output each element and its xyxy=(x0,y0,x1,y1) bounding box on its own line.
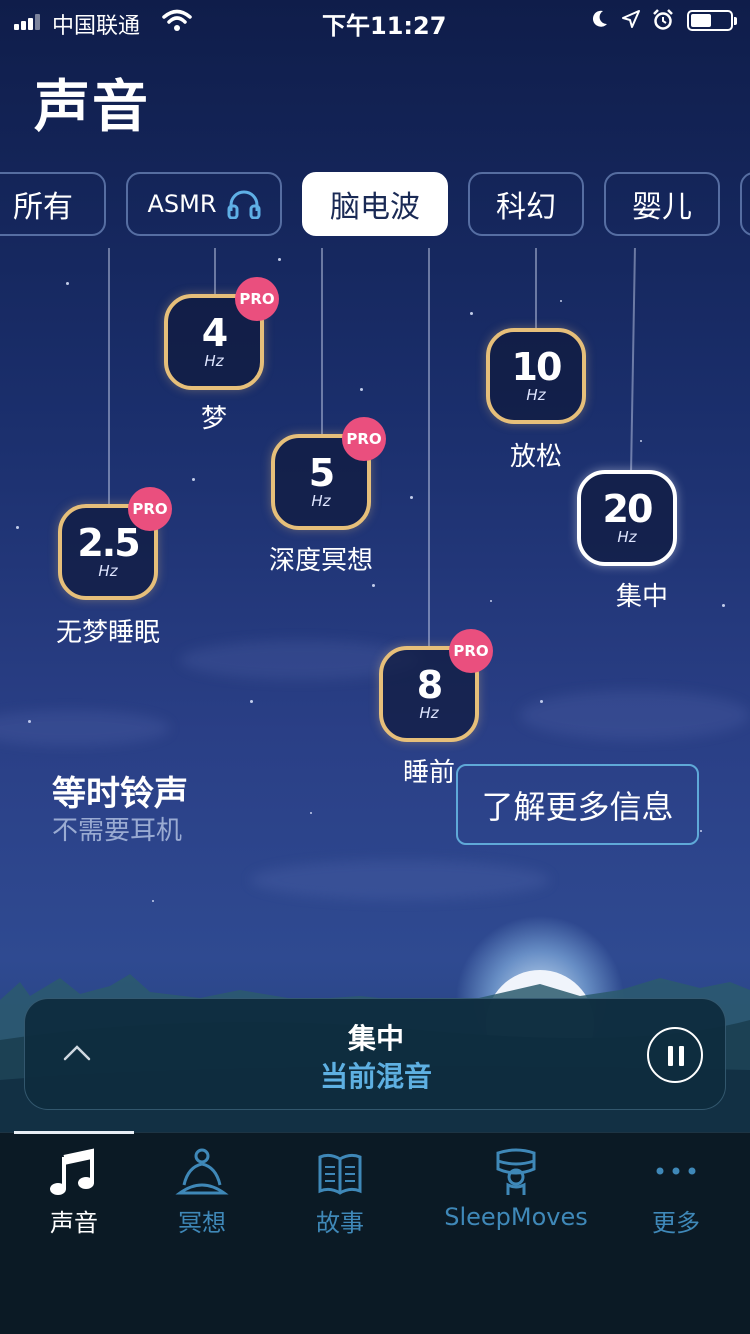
pause-icon xyxy=(668,1046,673,1066)
frequency-label: 梦 xyxy=(200,404,227,434)
frequency-unit: Hz xyxy=(419,704,439,722)
pause-button[interactable] xyxy=(647,1027,703,1083)
tab-label: 婴儿 xyxy=(632,190,692,225)
more-dots-icon xyxy=(656,1167,696,1175)
tab-stories[interactable]: 故事 xyxy=(312,1147,368,1238)
pro-badge: PRO xyxy=(128,487,172,531)
tab-sleepmoves[interactable]: SleepMoves xyxy=(444,1147,588,1231)
now-playing-title: 集中 xyxy=(347,1022,404,1055)
frequency-value: 5 xyxy=(308,451,335,495)
frequency-label: 集中 xyxy=(615,582,668,612)
music-note-icon xyxy=(50,1148,94,1195)
hanging-string xyxy=(108,248,110,506)
tab-brainwaves[interactable]: 脑电波 xyxy=(302,172,448,236)
frequency-label: 无梦睡眠 xyxy=(55,618,160,648)
tab-all[interactable]: 所有 xyxy=(0,172,106,236)
active-tab-indicator xyxy=(14,1131,134,1134)
sleepmoves-icon xyxy=(496,1148,536,1195)
tab-next-partial[interactable] xyxy=(740,172,750,236)
pause-icon xyxy=(679,1046,684,1066)
sounds-screen: 中国联通 下午11:27 声音 所有 ASMR 脑电波 科幻 婴儿 4 Hz P… xyxy=(0,0,750,1334)
now-playing-subtitle: 当前混音 xyxy=(319,1060,432,1093)
tab-scifi[interactable]: 科幻 xyxy=(468,172,584,236)
hanging-string xyxy=(630,248,636,472)
tab-label: 科幻 xyxy=(496,190,556,225)
frequency-value: 8 xyxy=(416,663,443,707)
tab-more[interactable]: 更多 xyxy=(648,1147,704,1238)
tab-label: 脑电波 xyxy=(330,190,420,225)
isochronic-title: 等时铃声 xyxy=(52,774,188,814)
tab-label: 声音 xyxy=(50,1209,98,1237)
tab-label: 冥想 xyxy=(178,1209,226,1237)
hanging-string xyxy=(321,248,323,436)
frequency-value: 20 xyxy=(602,487,654,531)
pro-badge: PRO xyxy=(235,277,279,321)
signal-strength-icon xyxy=(14,14,48,30)
book-icon xyxy=(318,1153,362,1195)
frequency-value: 2.5 xyxy=(77,521,140,565)
tab-label: 故事 xyxy=(316,1209,364,1237)
tab-baby[interactable]: 婴儿 xyxy=(604,172,720,236)
carrier-name: 中国联通 xyxy=(52,14,141,39)
tab-label: SleepMoves xyxy=(444,1203,588,1231)
frequency-value: 4 xyxy=(201,311,228,355)
frequency-unit: Hz xyxy=(311,492,331,510)
frequency-label: 放松 xyxy=(509,442,562,472)
tab-label: 更多 xyxy=(652,1209,700,1237)
now-playing-bar[interactable]: 集中 当前混音 xyxy=(24,998,726,1110)
frequency-unit: Hz xyxy=(617,528,637,546)
frequency-value: 10 xyxy=(511,345,563,389)
tab-label: ASMR xyxy=(147,190,217,218)
page-title: 声音 xyxy=(34,75,150,140)
frequency-tile-selected[interactable]: 20 Hz xyxy=(577,470,677,566)
tab-sounds[interactable]: 声音 xyxy=(46,1147,102,1238)
frequency-unit: Hz xyxy=(526,386,546,404)
learn-more-button[interactable]: 了解更多信息 xyxy=(456,764,699,845)
status-time: 下午11:27 xyxy=(322,12,447,40)
pro-badge: PRO xyxy=(342,417,386,461)
frequency-unit: Hz xyxy=(204,352,224,370)
hanging-string xyxy=(428,248,430,648)
tab-label: 所有 xyxy=(13,190,73,225)
tab-meditation[interactable]: 冥想 xyxy=(174,1147,230,1238)
pro-badge: PRO xyxy=(449,629,493,673)
location-icon xyxy=(622,10,640,28)
meditation-icon xyxy=(175,1148,229,1195)
hanging-string xyxy=(214,248,216,296)
status-bar: 中国联通 下午11:27 xyxy=(0,0,750,42)
headphones-icon xyxy=(227,190,261,219)
do-not-disturb-icon xyxy=(592,10,607,27)
wifi-icon xyxy=(162,9,192,31)
frequency-unit: Hz xyxy=(98,562,118,580)
isochronic-subtitle: 不需要耳机 xyxy=(52,816,183,846)
battery-icon xyxy=(687,10,737,31)
tab-asmr[interactable]: ASMR xyxy=(126,172,282,236)
frequency-tile[interactable]: 10 Hz xyxy=(486,328,586,424)
alarm-icon xyxy=(653,9,673,30)
frequency-label: 深度冥想 xyxy=(268,546,373,576)
hanging-string xyxy=(535,248,537,330)
bottom-tab-bar: 声音 冥想 故事 SleepMoves 更多 xyxy=(0,1131,750,1334)
